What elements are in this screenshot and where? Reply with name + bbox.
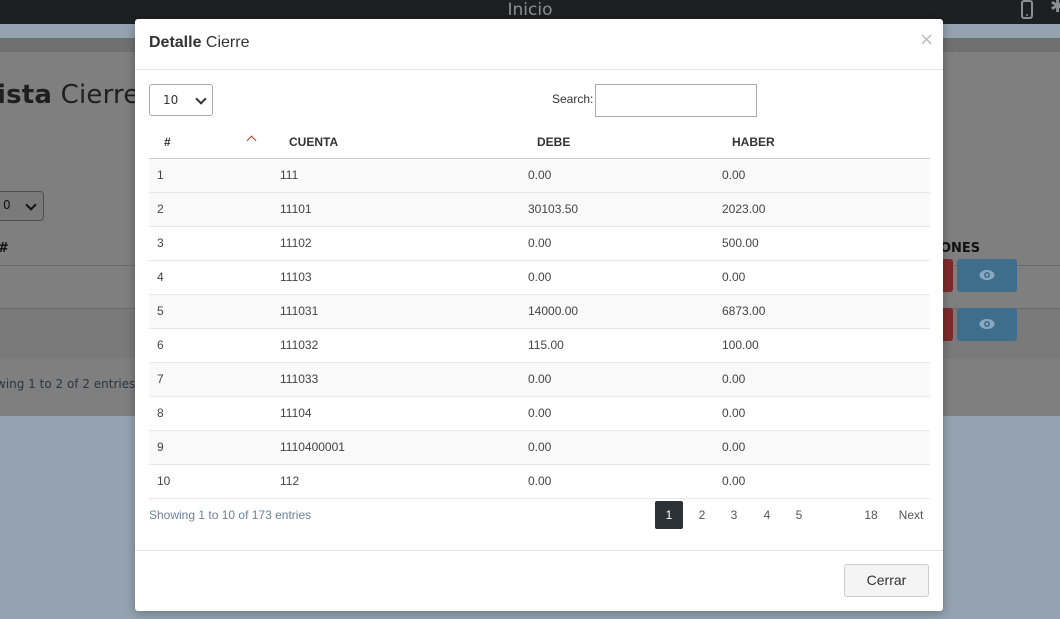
background-col-hash: # <box>0 241 9 256</box>
background-table-info: wing 1 to 2 of 2 entries <box>0 377 136 391</box>
mobile-device-icon[interactable] <box>1021 0 1033 19</box>
page-title: ista Cierres <box>0 80 154 110</box>
eye-icon <box>979 319 995 329</box>
page-button-last[interactable]: 18 <box>857 501 885 529</box>
background-view-button[interactable] <box>957 259 1017 292</box>
col-header-haber[interactable]: HABER <box>732 135 775 149</box>
modal-header: Detalle Cierre × <box>135 19 943 70</box>
search-label: Search: <box>552 92 594 106</box>
page-button-5[interactable]: 5 <box>785 501 813 529</box>
table-row: 2 11101 30103.50 2023.00 <box>149 193 930 227</box>
navbar-title: Inicio <box>507 0 553 20</box>
sort-ascending-icon[interactable] <box>246 135 257 146</box>
page-button-4[interactable]: 4 <box>753 501 781 529</box>
entries-length-select[interactable]: 10 <box>149 84 213 116</box>
table-row: 4 11103 0.00 0.00 <box>149 261 930 295</box>
table-info: Showing 1 to 10 of 173 entries <box>149 508 312 522</box>
page-button-2[interactable]: 2 <box>688 501 716 529</box>
cerrar-button[interactable]: Cerrar <box>844 564 929 597</box>
background-length-select[interactable]: 0 <box>0 191 44 221</box>
background-view-button[interactable] <box>957 308 1017 341</box>
chevron-down-icon <box>195 93 207 105</box>
col-header-cuenta[interactable]: CUENTA <box>289 135 338 149</box>
next-page-button[interactable]: Next <box>893 501 929 529</box>
page-button-3[interactable]: 3 <box>720 501 748 529</box>
table-row: 9 1110400001 0.00 0.00 <box>149 431 930 465</box>
table-row: 5 111031 14000.00 6873.00 <box>149 295 930 329</box>
table-row: 1 111 0.00 0.00 <box>149 159 930 193</box>
background-col-actions: ONES <box>940 241 981 256</box>
table-row: 10 112 0.00 0.00 <box>149 465 930 499</box>
detalle-table-body: 1 111 0.00 0.00 2 11101 30103.50 2023.00 3 1110… <box>149 159 930 499</box>
modal-title: Detalle Cierre <box>149 34 250 51</box>
table-row: 6 111032 115.00 100.00 <box>149 329 930 363</box>
col-header-debe[interactable]: DEBE <box>537 135 570 149</box>
col-header-number[interactable]: # <box>164 135 171 149</box>
page-button-1[interactable]: 1 <box>655 501 683 529</box>
table-row: 8 11104 0.00 0.00 <box>149 397 930 431</box>
pin-icon[interactable]: ✱ <box>1050 0 1060 17</box>
eye-icon <box>979 270 995 280</box>
detalle-cierre-modal: Detalle Cierre × 10 Search: # CUENTA DEB… <box>135 19 943 611</box>
table-row: 7 111033 0.00 0.00 <box>149 363 930 397</box>
close-icon[interactable]: × <box>919 29 934 50</box>
table-row: 3 11102 0.00 500.00 <box>149 227 930 261</box>
search-input[interactable] <box>595 84 757 117</box>
